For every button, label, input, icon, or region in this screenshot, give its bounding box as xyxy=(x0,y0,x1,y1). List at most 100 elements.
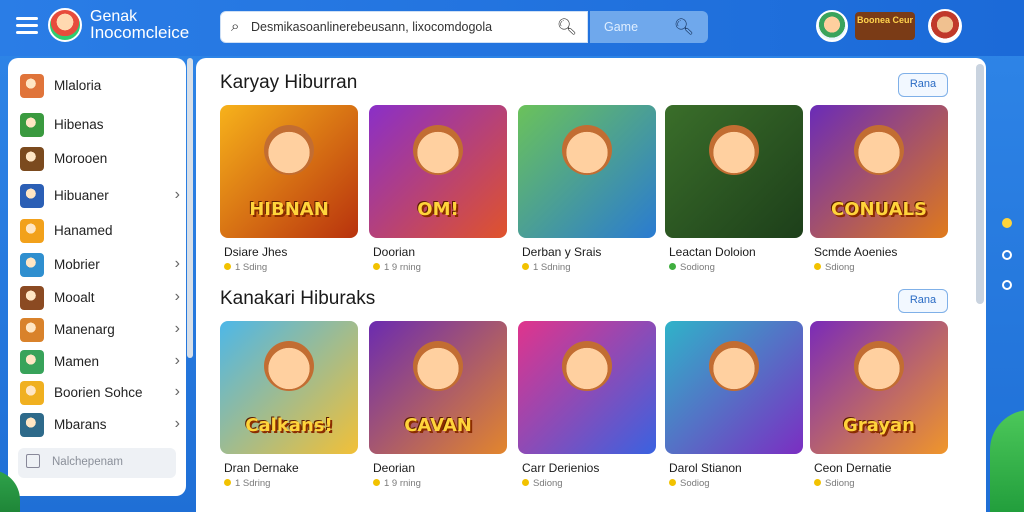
sidebar-item[interactable]: Mlaloria xyxy=(18,72,182,100)
chevron-right-icon[interactable]: › xyxy=(175,352,180,370)
game-thumbnail[interactable]: CAVAN xyxy=(369,321,507,454)
character-icon xyxy=(264,125,314,175)
game-name[interactable]: Dran Dernake xyxy=(224,461,299,475)
sidebar-item-label: Hibenas xyxy=(54,117,104,132)
see-all-button[interactable]: Rana xyxy=(898,73,948,97)
rating-text: 1 Sdning xyxy=(533,262,571,273)
game-name[interactable]: Ceon Dernatie xyxy=(814,461,891,475)
game-rating: 1 9 rning xyxy=(373,478,421,489)
chick-icon xyxy=(20,381,44,405)
pager-dot[interactable] xyxy=(1002,218,1012,228)
game-card[interactable]: Grayan Ceon Dernatie Sdiong xyxy=(810,321,948,489)
game-rating: 1 Sdring xyxy=(224,478,270,489)
star-icon xyxy=(373,263,380,270)
decor-leaf xyxy=(990,410,1024,512)
sidebar-item-label: Hibuaner xyxy=(54,188,109,203)
game-rating: 1 Sdning xyxy=(522,262,571,273)
game-card[interactable]: CAVAN Deorian 1 9 rning xyxy=(369,321,507,489)
sidebar-search-placeholder: Nalchepenam xyxy=(52,456,123,468)
chevron-right-icon[interactable]: › xyxy=(175,415,180,433)
game-rating: Sodiog xyxy=(669,478,710,489)
game-name[interactable]: Dsiare Jhes xyxy=(224,245,287,259)
character-icon xyxy=(413,341,463,391)
game-name[interactable]: Darol Stianon xyxy=(669,461,742,475)
game-card[interactable]: OM! Doorian 1 9 rning xyxy=(369,105,507,273)
chevron-right-icon[interactable]: › xyxy=(175,186,180,204)
game-art-title: Grayan xyxy=(843,415,915,436)
game-thumbnail[interactable]: Grayan xyxy=(810,321,948,454)
sidebar-search-input[interactable]: Nalchepenam xyxy=(18,448,176,478)
game-name[interactable]: Carr Derienios xyxy=(522,461,599,475)
game-thumbnail[interactable] xyxy=(665,321,803,454)
chevron-right-icon[interactable]: › xyxy=(175,288,180,306)
main-scrollbar[interactable] xyxy=(976,64,984,304)
logo-mascot-icon[interactable] xyxy=(48,8,82,42)
character-icon xyxy=(854,125,904,175)
game-card[interactable]: HIBNAN Dsiare Jhes 1 Sding xyxy=(220,105,358,273)
game-name[interactable]: Doorian xyxy=(373,245,415,259)
profile-avatar[interactable] xyxy=(928,9,962,43)
sidebar-item[interactable]: Hanamed xyxy=(18,217,182,245)
sidebar-item[interactable]: Mooalt › xyxy=(18,284,182,312)
avatar[interactable] xyxy=(816,10,848,42)
game-card[interactable]: Calkans! Dran Dernake 1 Sdring xyxy=(220,321,358,489)
game-thumbnail[interactable] xyxy=(518,321,656,454)
game-card[interactable]: Carr Derienios Sdiong xyxy=(518,321,656,489)
game-thumbnail[interactable]: CONUALS xyxy=(810,105,948,238)
see-all-button[interactable]: Rana xyxy=(898,289,948,313)
search-input[interactable]: ⌕ Desmikasoanlinerebeusann, lixocomdogol… xyxy=(220,11,588,43)
game-card[interactable]: Darol Stianon Sodiog xyxy=(665,321,803,489)
sidebar-item[interactable]: Mbarans › xyxy=(18,411,182,439)
menu-icon[interactable] xyxy=(16,17,38,35)
game-search-field[interactable]: Game 🔍︎ xyxy=(590,11,708,43)
sidebar-item[interactable]: Hibuaner › xyxy=(18,182,182,210)
coins-badge-button[interactable]: Boonea Ceur xyxy=(855,12,915,40)
monkey-icon xyxy=(20,286,44,310)
character-icon xyxy=(709,125,759,175)
game-card[interactable]: Leactan Doloion Sodiong xyxy=(665,105,803,273)
game-rating: 1 Sding xyxy=(224,262,267,273)
chevron-right-icon[interactable]: › xyxy=(175,255,180,273)
sidebar-item[interactable]: Boorien Sohce › xyxy=(18,379,182,407)
sidebar-item[interactable]: Mamen › xyxy=(18,348,182,376)
sidebar-item[interactable]: Manenarg › xyxy=(18,316,182,344)
pager-dot[interactable] xyxy=(1002,280,1012,290)
sidebar-item-label: Mamen xyxy=(54,354,100,369)
brand[interactable]: Genak Inocomcleice xyxy=(90,9,190,42)
section-title: Karyay Hiburran xyxy=(220,72,358,93)
search-submit-icon[interactable]: 🔍︎ xyxy=(557,17,577,37)
sidebar-item[interactable]: Morooen xyxy=(18,145,182,173)
section-title: Kanakari Hiburaks xyxy=(220,288,376,309)
game-thumbnail[interactable]: OM! xyxy=(369,105,507,238)
bird-icon xyxy=(20,184,44,208)
game-thumbnail[interactable] xyxy=(518,105,656,238)
chevron-right-icon[interactable]: › xyxy=(175,383,180,401)
character-icon xyxy=(562,341,612,391)
rating-text: 1 9 rning xyxy=(384,262,421,273)
sidebar-item[interactable]: Hibenas xyxy=(18,111,182,139)
game-name[interactable]: Deorian xyxy=(373,461,415,475)
game-art-title: CAVAN xyxy=(404,415,472,436)
star-icon xyxy=(224,263,231,270)
star-icon xyxy=(224,479,231,486)
pager-dot[interactable] xyxy=(1002,250,1012,260)
game-name[interactable]: Leactan Doloion xyxy=(669,245,756,259)
main-content: Karyay Hiburran Rana HIBNAN Dsiare Jhes 1 Sd… xyxy=(196,58,986,512)
game-card[interactable]: Derban y Srais 1 Sdning xyxy=(518,105,656,273)
game-card[interactable]: CONUALS Scmde Aoenies Sdiong xyxy=(810,105,948,273)
rating-text: Sodiog xyxy=(680,478,710,489)
sidebar-scrollbar[interactable] xyxy=(187,58,193,358)
game-rating: Sdiong xyxy=(814,262,855,273)
character-icon xyxy=(413,125,463,175)
search-icon[interactable]: 🔍︎ xyxy=(674,17,694,37)
game-name[interactable]: Scmde Aoenies xyxy=(814,245,897,259)
chevron-right-icon[interactable]: › xyxy=(175,320,180,338)
game-thumbnail[interactable] xyxy=(665,105,803,238)
star-icon xyxy=(669,479,676,486)
game-name[interactable]: Derban y Srais xyxy=(522,245,601,259)
game-thumbnail[interactable]: HIBNAN xyxy=(220,105,358,238)
sidebar-item[interactable]: Mobrier › xyxy=(18,251,182,279)
game-rating: 1 9 rning xyxy=(373,262,421,273)
game-thumbnail[interactable]: Calkans! xyxy=(220,321,358,454)
brand-line2: Inocomcleice xyxy=(90,23,190,42)
